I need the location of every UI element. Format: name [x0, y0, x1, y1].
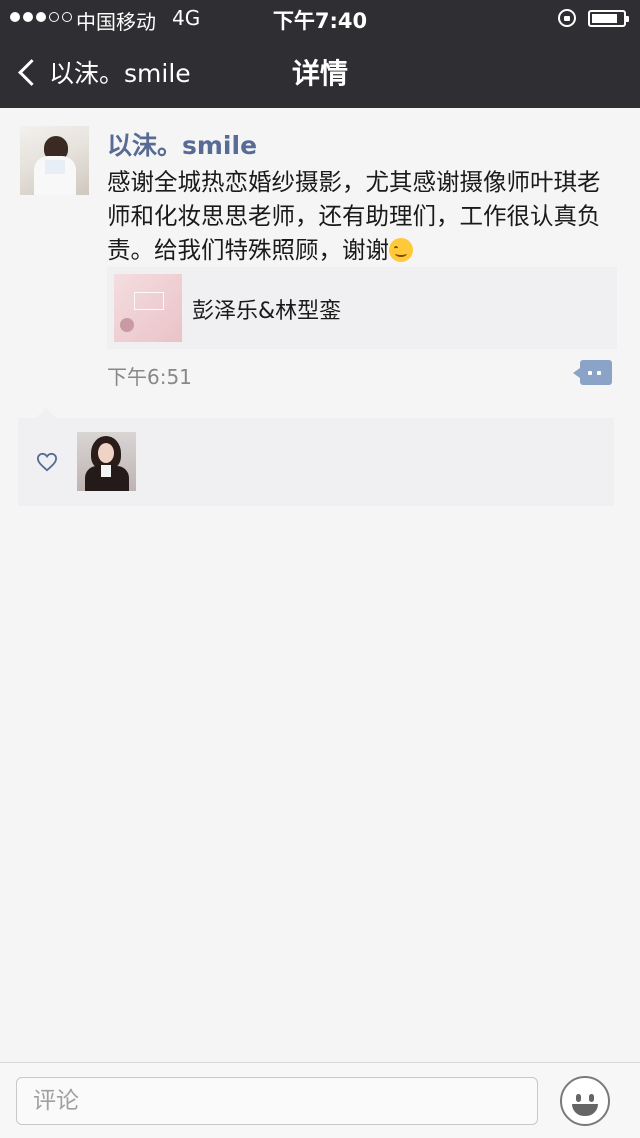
page-title: 详情 — [291, 57, 348, 90]
status-time: 下午7:40 — [272, 9, 368, 33]
emoji-eye — [589, 1094, 594, 1102]
shared-link-title: 彭泽乐&林型銮 — [192, 299, 342, 324]
battery-icon — [588, 10, 629, 27]
author-avatar[interactable] — [20, 126, 89, 195]
emoji-mouth — [572, 1104, 598, 1116]
liker-face — [98, 443, 114, 463]
liker-collar — [101, 465, 111, 477]
author-name[interactable]: 以沫。smile — [107, 126, 257, 162]
post-text: 感谢全城热恋婚纱摄影，尤其感谢摄像师叶琪老师和化妆思思老师，还有助理们，工作很认… — [107, 168, 601, 264]
thumbnail-logo — [134, 292, 164, 310]
status-bar: 中国移动 4G 下午7:40 — [0, 0, 640, 36]
battery-fill — [592, 14, 617, 23]
heart-icon — [36, 452, 58, 472]
navigation-bar: 以沫。smile 详情 — [0, 36, 640, 108]
comment-input[interactable] — [16, 1077, 538, 1125]
comment-options-button[interactable] — [573, 360, 612, 385]
liker-avatar[interactable] — [77, 432, 136, 491]
shared-link-card[interactable]: 彭泽乐&林型銮 — [107, 267, 617, 349]
emoji-icon[interactable] — [560, 1076, 610, 1126]
post-content: 感谢全城热恋婚纱摄影，尤其感谢摄像师叶琪老师和化妆思思老师，还有助理们，工作很认… — [107, 165, 623, 267]
smile-emoji-icon — [389, 238, 413, 262]
comment-bar — [0, 1062, 640, 1138]
top-bar: 中国移动 4G 下午7:40 以沫。smile 详情 — [0, 0, 640, 108]
orientation-lock-icon — [558, 9, 576, 27]
likes-panel — [18, 408, 614, 506]
thumbnail-flower — [120, 318, 134, 332]
emoji-eye — [576, 1094, 581, 1102]
avatar-card — [45, 160, 65, 174]
post-time: 下午6:51 — [107, 365, 192, 389]
shared-link-thumbnail — [114, 274, 182, 342]
